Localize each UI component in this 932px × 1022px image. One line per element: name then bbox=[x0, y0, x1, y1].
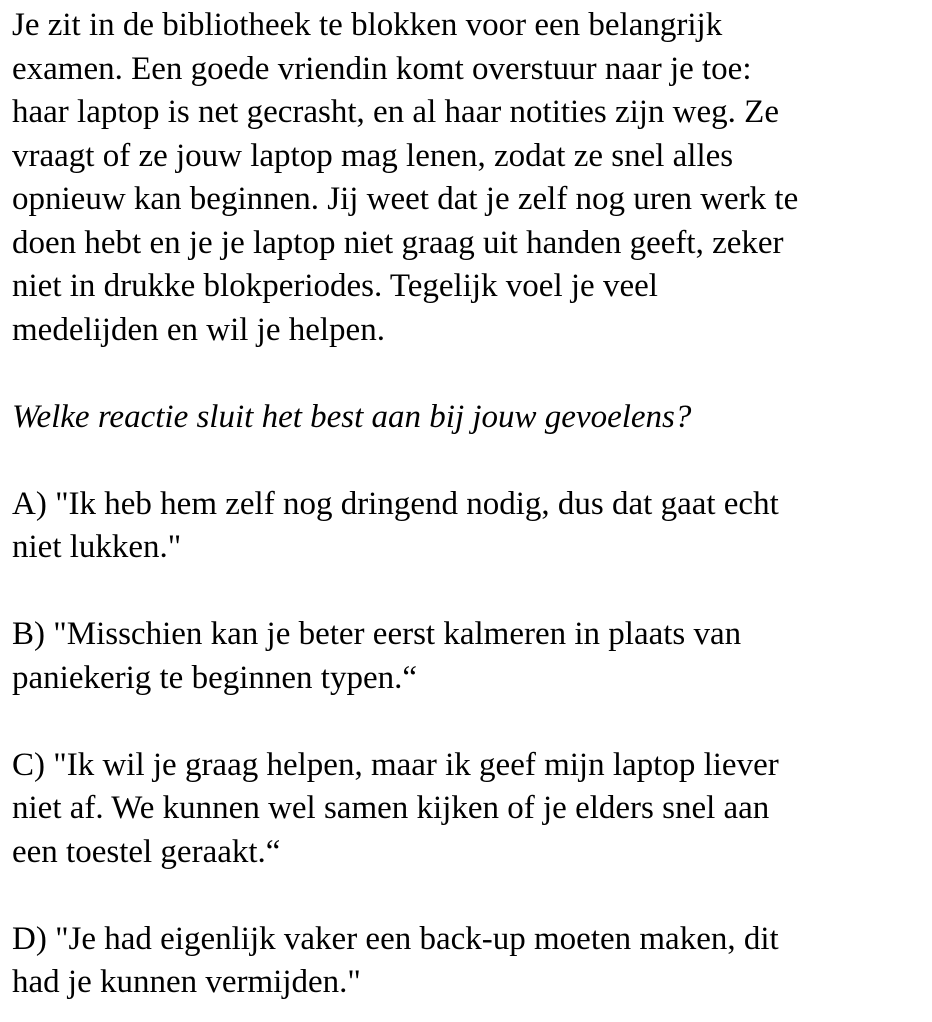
option-d: D) "Je had eigenlijk vaker een back-up m… bbox=[12, 920, 779, 1001]
option-a: A) "Ik heb hem zelf nog dringend nodig, … bbox=[12, 485, 779, 566]
option-c: C) "Ik wil je graag helpen, maar ik geef… bbox=[12, 746, 779, 870]
question-text: Welke reactie sluit het best aan bij jou… bbox=[12, 398, 692, 435]
document: Je zit in de bibliotheek te blokken voor… bbox=[12, 4, 930, 1005]
option-b: B) "Misschien kan je beter eerst kalmere… bbox=[12, 616, 742, 696]
scenario-text: Je zit in de bibliotheek te blokken voor… bbox=[12, 7, 799, 348]
